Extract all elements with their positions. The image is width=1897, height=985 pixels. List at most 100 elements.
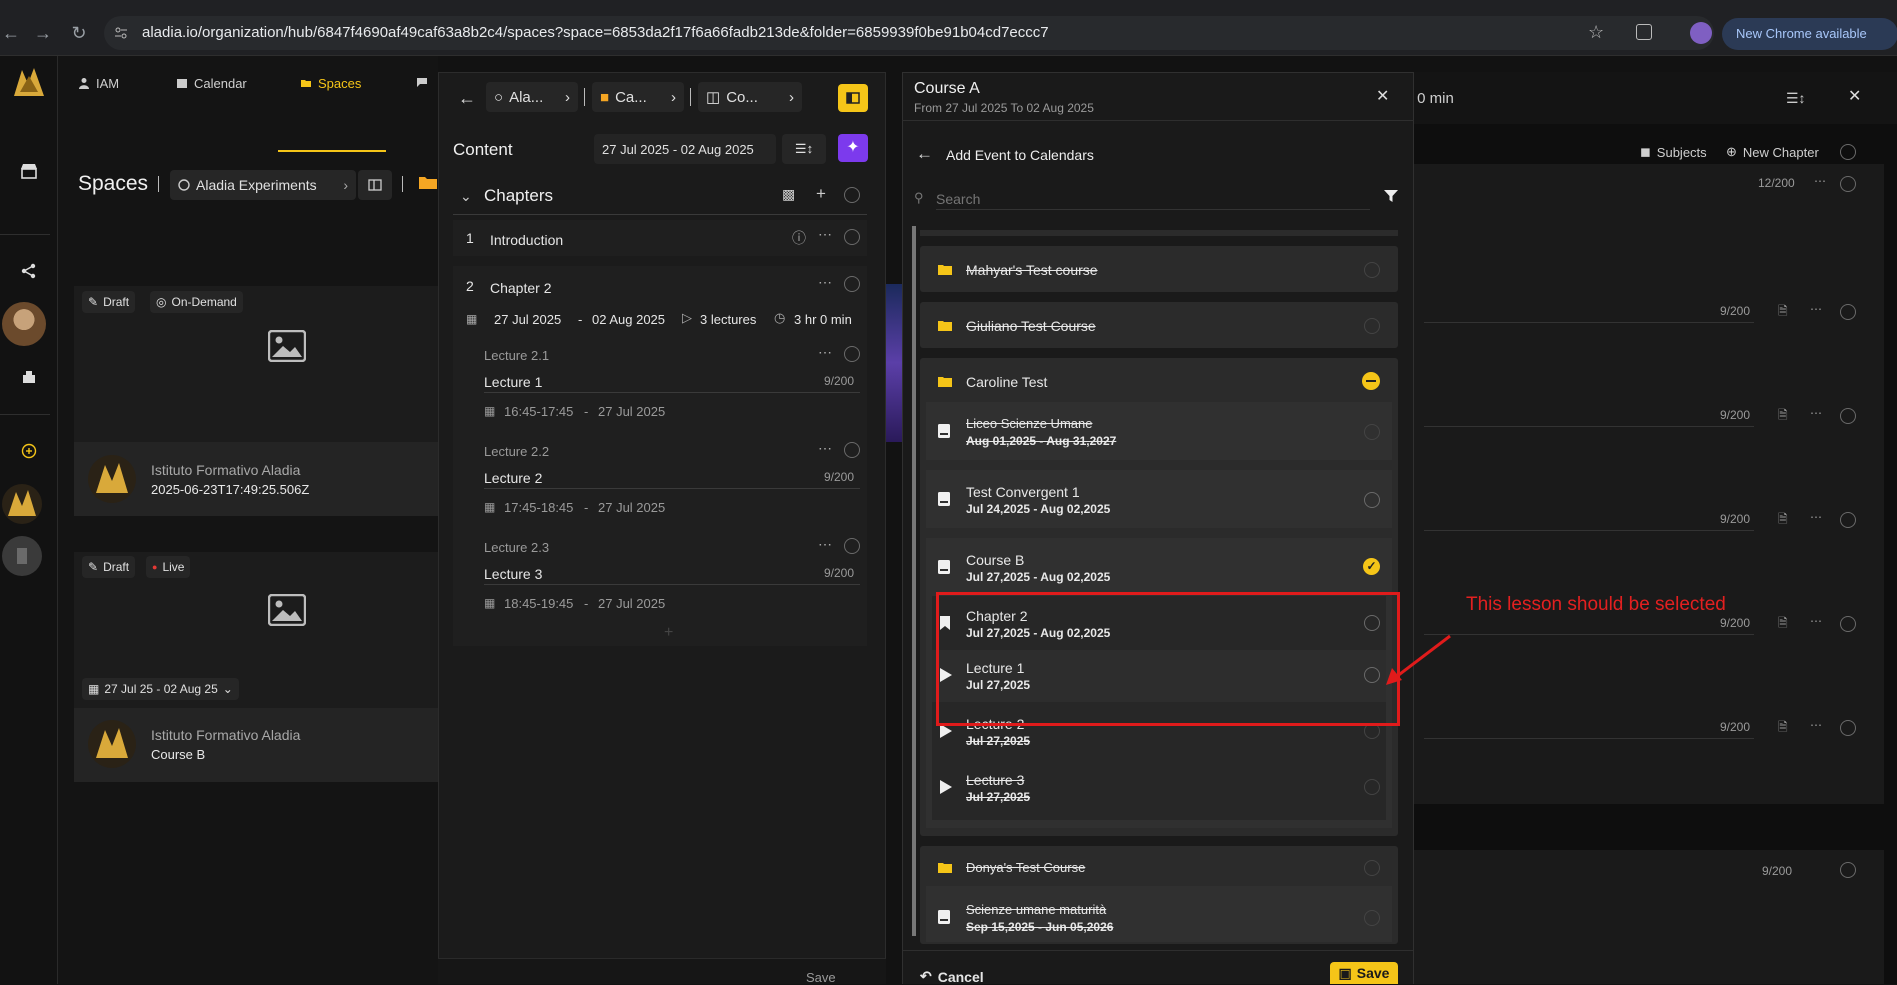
lecture-name[interactable]: Lecture 3 [484,566,542,582]
bookmark-star-icon[interactable]: ☆ [1588,22,1604,43]
course-radio[interactable] [1364,492,1380,508]
cancel-button[interactable]: ↶ Cancel [920,968,984,985]
add-icon[interactable]: + [816,184,826,204]
lecture-radio[interactable] [844,346,860,362]
layout-toggle[interactable] [358,170,392,200]
row-radio[interactable] [1840,862,1856,878]
lecture-name[interactable]: Lecture 2 [484,470,542,486]
save-disk-icon: ▣ [1338,964,1352,981]
folder-radio[interactable] [1364,860,1380,876]
select-all-radio[interactable] [1840,144,1856,160]
chat-icon[interactable] [416,76,430,90]
more-icon[interactable]: ⋯ [1810,406,1822,420]
row-radio[interactable] [1840,616,1856,632]
date-dash: - [584,404,589,419]
file-icon[interactable]: 🗎 [1778,510,1788,531]
save-button[interactable]: ▣ Save [1330,962,1398,984]
selected-check-icon[interactable]: ✓ [1363,558,1380,575]
chapters-select-radio[interactable] [844,187,860,203]
sort-icon[interactable]: ☰↕ [1786,90,1806,107]
row-radio[interactable] [1840,176,1856,192]
search-input[interactable] [936,188,1370,210]
close-panel-icon[interactable]: ✕ [1848,86,1861,106]
more-icon[interactable]: ⋯ [1810,302,1822,316]
chapter-radio[interactable] [844,229,860,245]
lecture-radio[interactable] [844,538,860,554]
more-icon[interactable]: ⋯ [818,440,832,457]
back-icon[interactable]: ← [0,22,22,44]
calendar-grid-icon: ▦ [484,500,496,514]
more-icon[interactable]: ⋯ [818,274,832,291]
import-icon[interactable]: ▩ [782,186,795,203]
new-chapter-button[interactable]: ⊕ New Chapter [1726,144,1819,160]
course-radio[interactable] [1364,424,1380,440]
lecture-radio[interactable] [1364,779,1380,795]
sidebar-toggle-button[interactable] [838,84,868,112]
site-settings-icon[interactable] [114,26,128,40]
space-selector[interactable]: Aladia Experiments › [170,170,356,200]
chapter-radio[interactable] [844,276,860,292]
lecture-radio[interactable] [844,442,860,458]
org-avatar[interactable] [2,484,42,524]
row-radio[interactable] [1840,512,1856,528]
folder-name: Caroline Test [966,374,1048,390]
file-icon[interactable]: 🗎 [1778,718,1788,739]
nav-calendar[interactable]: Calendar [176,68,247,98]
file-icon[interactable]: 🗎 [1778,406,1788,427]
more-icon[interactable]: ⋯ [818,226,832,243]
more-icon[interactable]: ⋯ [1814,174,1826,188]
lecture-name[interactable]: Lecture 1 [484,374,542,390]
share-icon[interactable] [10,252,48,290]
more-icon[interactable]: ⋯ [1810,718,1822,732]
ai-sparkle-button[interactable]: ✦ [838,134,868,162]
row-radio[interactable] [1840,408,1856,424]
breadcrumb-course[interactable]: ◫ Co... › [698,82,802,112]
collapse-chevron-icon[interactable]: ⌄ [460,188,472,205]
extensions-icon[interactable] [1636,24,1652,40]
forward-icon[interactable]: → [32,22,54,44]
breadcrumb-org[interactable]: ○ Ala... › [486,82,578,112]
course-radio[interactable] [1364,910,1380,926]
add-circle-icon[interactable] [10,432,48,470]
back-arrow-icon[interactable]: ← [916,144,933,164]
filter-icon[interactable] [1384,190,1398,202]
sort-button[interactable]: ☰↕ [782,134,826,164]
file-icon[interactable]: 🗎 [1778,302,1788,323]
reload-icon[interactable]: ↻ [68,22,90,44]
row-radio[interactable] [1840,720,1856,736]
folder-name: Donya's Test Course [966,860,1086,875]
add-lecture-icon[interactable]: + [664,624,673,642]
nav-spaces[interactable]: Spaces [300,68,361,98]
org-placeholder-avatar[interactable] [2,536,42,576]
org-logo [88,720,136,768]
row-radio[interactable] [1840,304,1856,320]
folder-radio[interactable] [1364,262,1380,278]
scrollbar[interactable] [912,226,916,936]
folder-radio[interactable] [1364,318,1380,334]
file-icon[interactable]: 🗎 [1778,614,1788,635]
date-range-chip[interactable]: ▦ 27 Jul 25 - 02 Aug 25 ⌄ [82,678,239,700]
content-save-button[interactable]: Save [806,970,836,985]
close-icon[interactable]: ✕ [1376,86,1389,106]
nav-iam[interactable]: IAM [78,68,119,98]
store-icon[interactable] [10,152,48,190]
folder-crumb-icon[interactable] [418,174,438,190]
more-icon[interactable]: ⋯ [818,536,832,553]
courses-icon[interactable] [10,358,48,396]
partial-select-icon[interactable] [1362,372,1380,390]
lecture-name: Lecture 3 [966,772,1025,788]
subjects-button[interactable]: ◼ Subjects [1640,144,1707,160]
content-date-range[interactable]: 27 Jul 2025 - 02 Aug 2025 [594,134,776,164]
folder-name: Mahyar's Test course [966,262,1098,278]
back-arrow-icon[interactable]: ← [458,88,476,109]
user-avatar[interactable] [2,302,46,346]
info-icon[interactable]: ⓘ [792,228,806,248]
more-icon[interactable]: ⋯ [1810,510,1822,524]
more-icon[interactable]: ⋯ [818,344,832,361]
profile-avatar[interactable] [1690,22,1712,44]
breadcrumb-folder[interactable]: ■ Ca... › [592,82,684,112]
new-chrome-button[interactable]: New Chrome available [1722,18,1897,50]
course-row[interactable] [926,402,1392,460]
aladia-logo[interactable] [10,64,48,102]
more-icon[interactable]: ⋯ [1810,614,1822,628]
